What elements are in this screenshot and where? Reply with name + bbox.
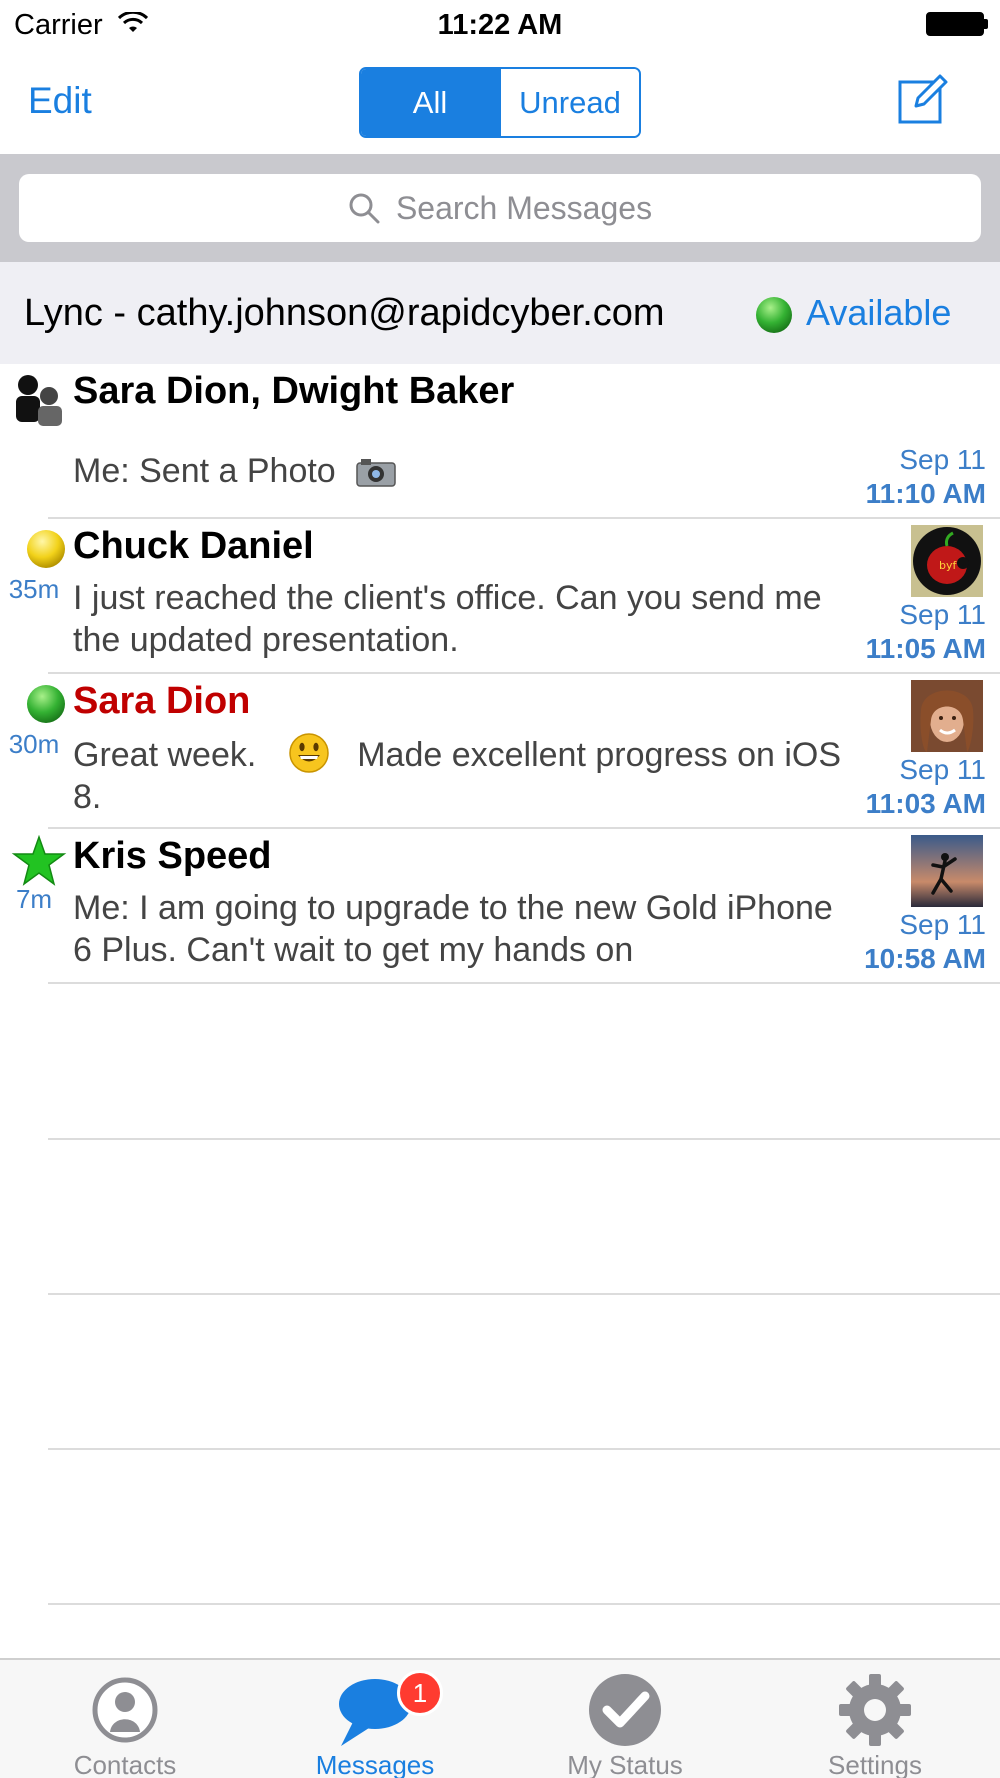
avatar-logo-text: byf	[939, 559, 957, 572]
avatar-image	[911, 835, 983, 907]
contact-avatar	[911, 835, 983, 907]
message-time: 11:10 AM	[865, 478, 986, 509]
idle-time: 7m	[15, 884, 53, 914]
tab-bar: Contacts 1 Messages My Status Settings	[0, 1658, 1000, 1778]
conversation-name: Sara Dion	[73, 680, 251, 722]
message-date: Sep 11	[899, 909, 986, 940]
clock: 11:22 AM	[437, 9, 563, 41]
tab-messages[interactable]: 1 Messages	[250, 1660, 500, 1778]
unread-badge: 1	[397, 1670, 443, 1716]
segment-all[interactable]: All	[361, 69, 499, 136]
conversation-name: Sara Dion, Dwight Baker	[73, 370, 515, 412]
battery-tip	[984, 19, 988, 29]
row-divider	[48, 982, 1000, 984]
tab-contacts[interactable]: Contacts	[0, 1660, 250, 1778]
tab-label: Settings	[828, 1750, 922, 1778]
segment-unread[interactable]: Unread	[499, 69, 639, 136]
conversation-name: Kris Speed	[73, 835, 272, 877]
battery-icon	[926, 12, 984, 36]
idle-time: 35m	[8, 574, 60, 604]
tab-label: My Status	[567, 1750, 683, 1778]
favorite-star-icon	[11, 835, 67, 886]
message-preview: Me: Sent a Photo	[73, 450, 843, 492]
available-status-icon	[27, 685, 65, 723]
message-date: Sep 11	[899, 754, 986, 785]
message-date: Sep 11	[899, 444, 986, 475]
tab-my-status[interactable]: My Status	[500, 1660, 750, 1778]
search-icon	[349, 193, 380, 224]
conversation-row[interactable]: 35m Chuck Daniel I just reached the clie…	[0, 519, 1000, 674]
message-time: 11:03 AM	[865, 788, 986, 819]
message-time: 11:05 AM	[865, 633, 986, 664]
message-preview: Me: I am going to upgrade to the new Gol…	[73, 889, 833, 969]
lync-account-bar[interactable]: Lync - cathy.johnson@rapidcyber.com Avai…	[0, 262, 1000, 364]
away-status-icon	[27, 530, 65, 568]
contacts-icon	[92, 1677, 158, 1743]
empty-row-divider	[48, 1293, 1000, 1295]
camera-icon	[356, 459, 396, 487]
message-preview-text: Me: Sent a Photo	[73, 452, 336, 490]
empty-row-divider	[48, 1138, 1000, 1140]
contact-avatar	[911, 680, 983, 752]
navigation-bar: Edit All Unread	[0, 50, 1000, 154]
message-time: 10:58 AM	[864, 943, 986, 974]
message-preview: Great week. Made excellent progress on i…	[73, 732, 843, 818]
search-input[interactable]: Search Messages	[19, 174, 981, 242]
avatar-image: byf	[911, 525, 983, 597]
status-bar: Carrier 11:22 AM	[0, 0, 1000, 50]
tab-label: Contacts	[73, 1750, 177, 1778]
message-preview: I just reached the client's office. Can …	[73, 579, 822, 659]
search-placeholder: Search Messages	[395, 189, 653, 226]
idle-time: 30m	[8, 729, 60, 759]
empty-row-divider	[48, 1603, 1000, 1605]
message-date: Sep 11	[899, 599, 986, 630]
conversation-row[interactable]: 7m Kris Speed Me: I am going to upgrade …	[0, 829, 1000, 984]
account-label: Lync - cathy.johnson@rapidcyber.com	[24, 292, 665, 334]
account-status[interactable]: Available	[806, 292, 951, 334]
message-preview-text: Great week.	[73, 736, 257, 774]
search-area: Search Messages	[0, 154, 1000, 262]
group-icon	[16, 375, 62, 426]
edit-button[interactable]: Edit	[28, 80, 92, 122]
settings-gear-icon	[839, 1674, 911, 1746]
conversation-name: Chuck Daniel	[73, 525, 314, 567]
tab-settings[interactable]: Settings	[750, 1660, 1000, 1778]
conversation-list: Sara Dion, Dwight Baker Me: Sent a Photo…	[0, 364, 1000, 1658]
empty-row-divider	[48, 1448, 1000, 1450]
avatar-image	[911, 680, 983, 752]
available-status-icon	[756, 297, 792, 333]
tab-label: Messages	[315, 1750, 435, 1778]
conversation-row[interactable]: 30m Sara Dion Great week. Made excellent…	[0, 674, 1000, 829]
conversation-row[interactable]: Sara Dion, Dwight Baker Me: Sent a Photo…	[0, 364, 1000, 519]
smiley-emoji-icon	[289, 733, 329, 773]
filter-segmented-control: All Unread	[359, 67, 641, 138]
compose-icon[interactable]	[896, 70, 952, 126]
contact-avatar: byf	[911, 525, 983, 597]
my-status-icon	[589, 1674, 661, 1746]
